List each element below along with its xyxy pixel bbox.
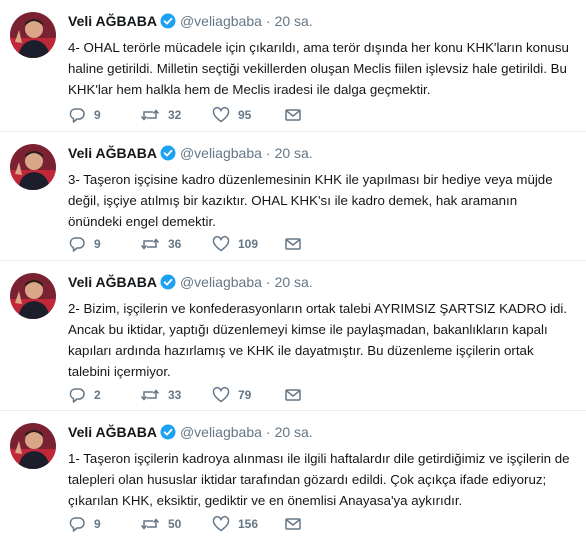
author-name[interactable]: Veli AĞBABA — [68, 274, 157, 290]
envelope-icon — [284, 235, 302, 253]
author-handle[interactable]: @veliagbaba — [180, 145, 262, 161]
tweet-text: 2- Bizim, işçilerin ve konfederasyonları… — [68, 301, 568, 379]
tweet-text: 3- Taşeron işçisine kadro düzenlemesinin… — [68, 172, 553, 229]
like-button[interactable]: 79 — [212, 386, 284, 404]
heart-icon — [212, 235, 230, 253]
separator: · — [265, 274, 271, 290]
timestamp[interactable]: 20 sa. — [275, 274, 313, 290]
direct-message-button[interactable] — [284, 386, 356, 404]
envelope-icon — [284, 515, 302, 533]
reply-icon — [68, 515, 86, 533]
heart-icon — [212, 106, 230, 124]
reply-count: 9 — [94, 517, 101, 531]
author-name[interactable]: Veli AĞBABA — [68, 145, 157, 161]
verified-badge-icon — [160, 274, 176, 294]
author-name[interactable]: Veli AĞBABA — [68, 424, 157, 440]
tweet[interactable]: Veli AĞBABA @veliagbaba · 20 sa. 3- Taşeron… — [0, 132, 586, 261]
retweet-button[interactable]: 36 — [140, 235, 212, 253]
retweet-icon — [140, 515, 160, 533]
like-button[interactable]: 156 — [212, 515, 284, 533]
tweet-text: 1- Taşeron işçilerin kadroya alınması il… — [68, 451, 570, 508]
retweet-button[interactable]: 33 — [140, 386, 212, 404]
like-count: 95 — [238, 108, 252, 122]
timestamp[interactable]: 20 sa. — [275, 424, 313, 440]
reply-icon — [68, 106, 86, 124]
retweet-count: 32 — [168, 108, 182, 122]
verified-badge-icon — [160, 145, 176, 165]
direct-message-button[interactable] — [284, 106, 356, 124]
separator: · — [265, 145, 271, 161]
timestamp[interactable]: 20 sa. — [275, 13, 313, 29]
verified-badge-icon — [160, 13, 176, 33]
author-handle[interactable]: @veliagbaba — [180, 274, 262, 290]
direct-message-button[interactable] — [284, 515, 356, 533]
tweet[interactable]: Veli AĞBABA @veliagbaba · 20 sa. 1- Taşeron… — [0, 411, 586, 543]
retweet-icon — [140, 386, 160, 404]
author-handle[interactable]: @veliagbaba — [180, 424, 262, 440]
reply-count: 9 — [94, 237, 101, 251]
reply-count: 2 — [94, 388, 101, 402]
author-name[interactable]: Veli AĞBABA — [68, 13, 157, 29]
retweet-count: 36 — [168, 237, 182, 251]
verified-badge-icon — [160, 424, 176, 444]
author-handle[interactable]: @veliagbaba — [180, 13, 262, 29]
separator: · — [265, 13, 271, 29]
like-button[interactable]: 109 — [212, 235, 284, 253]
envelope-icon — [284, 386, 302, 404]
retweet-count: 50 — [168, 517, 182, 531]
reply-icon — [68, 386, 86, 404]
like-count: 156 — [238, 517, 259, 531]
avatar[interactable] — [10, 423, 56, 469]
reply-button[interactable]: 9 — [68, 515, 140, 533]
like-count: 109 — [238, 237, 259, 251]
reply-icon — [68, 235, 86, 253]
heart-icon — [212, 515, 230, 533]
tweet-text: 4- OHAL terörle mücadele için çıkarıldı,… — [68, 40, 569, 97]
tweet[interactable]: Veli AĞBABA @veliagbaba · 20 sa. 4- OHAL te… — [0, 0, 586, 132]
reply-button[interactable]: 2 — [68, 386, 140, 404]
envelope-icon — [284, 106, 302, 124]
reply-button[interactable]: 9 — [68, 235, 140, 253]
reply-button[interactable]: 9 — [68, 106, 140, 124]
retweet-button[interactable]: 50 — [140, 515, 212, 533]
avatar[interactable] — [10, 144, 56, 190]
like-count: 79 — [238, 388, 252, 402]
retweet-count: 33 — [168, 388, 182, 402]
tweet-feed: Veli AĞBABA @veliagbaba · 20 sa. 4- OHAL te… — [0, 0, 586, 543]
timestamp[interactable]: 20 sa. — [275, 145, 313, 161]
avatar[interactable] — [10, 273, 56, 319]
separator: · — [265, 424, 271, 440]
avatar[interactable] — [10, 12, 56, 58]
direct-message-button[interactable] — [284, 235, 356, 253]
tweet[interactable]: Veli AĞBABA @veliagbaba · 20 sa. 2- Bizim, … — [0, 261, 586, 411]
like-button[interactable]: 95 — [212, 106, 284, 124]
retweet-icon — [140, 235, 160, 253]
retweet-button[interactable]: 32 — [140, 106, 212, 124]
retweet-icon — [140, 106, 160, 124]
heart-icon — [212, 386, 230, 404]
reply-count: 9 — [94, 108, 101, 122]
